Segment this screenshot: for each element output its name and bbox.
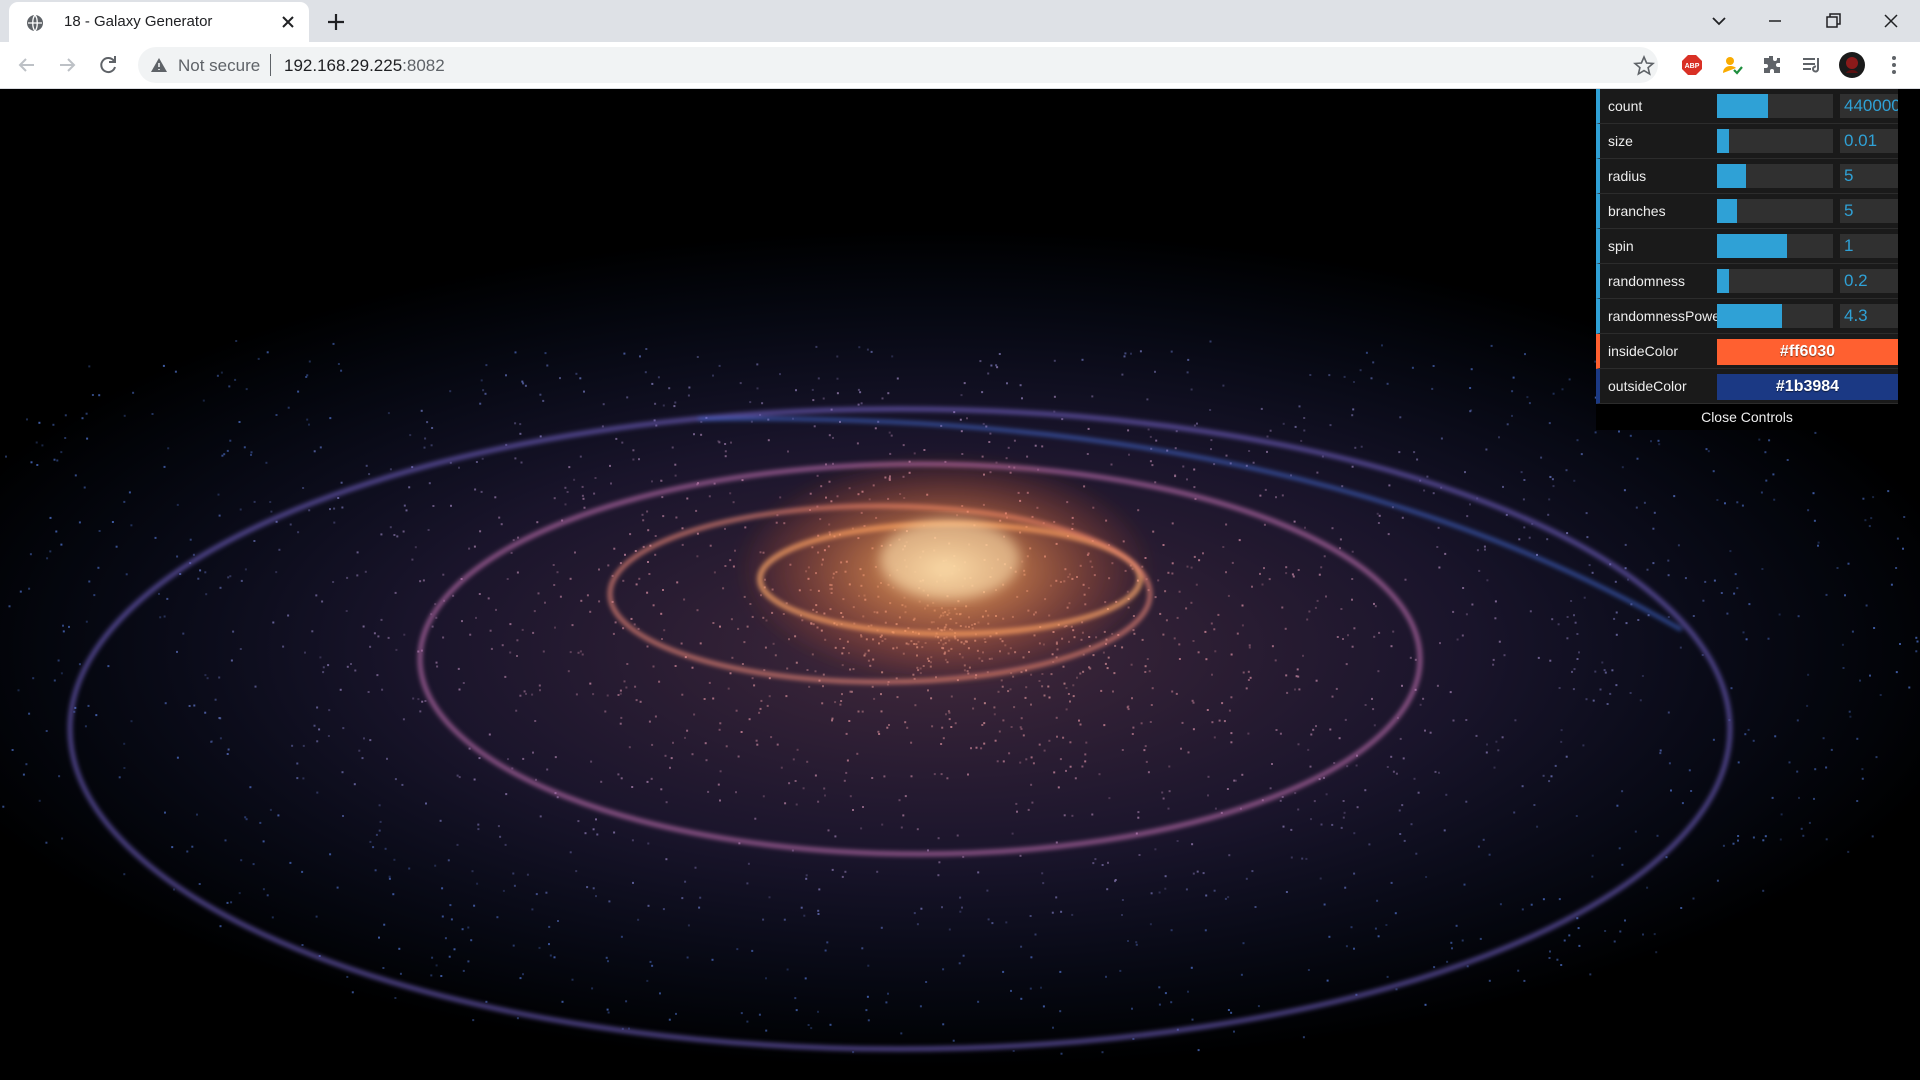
size-slider[interactable]	[1717, 129, 1833, 153]
controls-panel: count 440000 size 0.01 radius 5 branches…	[1596, 89, 1898, 430]
slider-fill	[1717, 234, 1787, 258]
tab-strip: 18 - Galaxy Generator	[0, 0, 1920, 42]
url-port: :8082	[402, 56, 445, 75]
control-size[interactable]: size 0.01	[1596, 124, 1898, 159]
slider-fill	[1717, 129, 1729, 153]
arrow-right-icon[interactable]	[54, 52, 80, 78]
reload-icon[interactable]	[95, 52, 121, 78]
star-particle	[91, 394, 94, 396]
close-icon[interactable]	[279, 13, 297, 31]
randomness-power-input[interactable]: 4.3	[1840, 304, 1898, 328]
close-window-icon[interactable]	[1878, 8, 1904, 34]
more-vert-icon[interactable]	[1882, 53, 1906, 77]
slider-fill	[1717, 94, 1769, 118]
radius-slider[interactable]	[1717, 164, 1833, 188]
star-particle	[38, 421, 41, 424]
randomness-input[interactable]: 0.2	[1840, 269, 1898, 293]
browser-tab[interactable]: 18 - Galaxy Generator	[9, 2, 309, 42]
control-label: spin	[1608, 238, 1634, 254]
spin-input[interactable]: 1	[1840, 234, 1898, 258]
control-label: outsideColor	[1608, 378, 1687, 394]
branches-input[interactable]: 5	[1840, 199, 1898, 223]
user-check-extension-icon[interactable]	[1720, 53, 1744, 77]
count-slider[interactable]	[1717, 94, 1833, 118]
core-highlight	[880, 519, 1020, 599]
slider-fill	[1717, 304, 1782, 328]
minimize-icon[interactable]	[1762, 8, 1788, 34]
control-label: count	[1608, 98, 1643, 114]
warning-triangle-icon[interactable]	[150, 56, 168, 74]
arrow-left-icon[interactable]	[14, 52, 40, 78]
adblock-extension-icon[interactable]: ABP	[1680, 53, 1704, 77]
control-spin[interactable]: spin 1	[1596, 229, 1898, 264]
radius-input[interactable]: 5	[1840, 164, 1898, 188]
globe-icon	[27, 14, 43, 32]
inside-color-swatch[interactable]: #ff6030	[1717, 339, 1898, 365]
browser-toolbar: Not secure 192.168.29.225:8082 ABP	[0, 42, 1920, 89]
puzzle-icon[interactable]	[1760, 53, 1784, 77]
control-randomness[interactable]: randomness 0.2	[1596, 264, 1898, 299]
url-text[interactable]: 192.168.29.225:8082	[284, 56, 445, 76]
control-randomness-power[interactable]: randomnessPower 4.3	[1596, 299, 1898, 334]
star-icon[interactable]	[1633, 55, 1655, 77]
omnibox-divider	[270, 54, 271, 76]
url-host: 192.168.29.225	[284, 56, 403, 75]
security-label[interactable]: Not secure	[178, 56, 260, 76]
randomness-slider[interactable]	[1717, 269, 1833, 293]
slider-fill	[1717, 164, 1746, 188]
control-label: radius	[1608, 168, 1647, 184]
randomness-power-slider[interactable]	[1717, 304, 1833, 328]
close-controls-button[interactable]: Close Controls	[1596, 404, 1898, 430]
chevron-down-icon[interactable]	[1706, 8, 1732, 34]
control-label: size	[1608, 133, 1633, 149]
control-count[interactable]: count 440000	[1596, 89, 1898, 124]
control-outside-color[interactable]: outsideColor #1b3984	[1596, 369, 1898, 404]
branches-slider[interactable]	[1717, 199, 1833, 223]
plus-icon[interactable]	[324, 10, 348, 34]
slider-fill	[1717, 269, 1729, 293]
tab-title: 18 - Galaxy Generator	[64, 13, 213, 30]
svg-text:ABP: ABP	[1685, 63, 1700, 70]
control-inside-color[interactable]: insideColor #ff6030	[1596, 334, 1898, 369]
control-label: insideColor	[1608, 343, 1679, 359]
control-radius[interactable]: radius 5	[1596, 159, 1898, 194]
star-particle	[88, 365, 91, 368]
restore-icon[interactable]	[1820, 8, 1846, 34]
address-bar[interactable]: Not secure 192.168.29.225:8082	[138, 47, 1658, 83]
count-input[interactable]: 440000	[1840, 94, 1898, 118]
media-queue-icon[interactable]	[1800, 53, 1824, 77]
slider-fill	[1717, 199, 1737, 223]
control-label: branches	[1608, 203, 1666, 219]
star-particle	[26, 418, 28, 421]
star-particle	[98, 394, 101, 397]
control-label: randomnessPower	[1608, 308, 1718, 324]
control-label: randomness	[1608, 273, 1686, 289]
outside-color-swatch[interactable]: #1b3984	[1717, 374, 1898, 400]
size-input[interactable]: 0.01	[1840, 129, 1898, 153]
profile-avatar-icon[interactable]	[1838, 51, 1866, 79]
control-branches[interactable]: branches 5	[1596, 194, 1898, 229]
spin-slider[interactable]	[1717, 234, 1833, 258]
